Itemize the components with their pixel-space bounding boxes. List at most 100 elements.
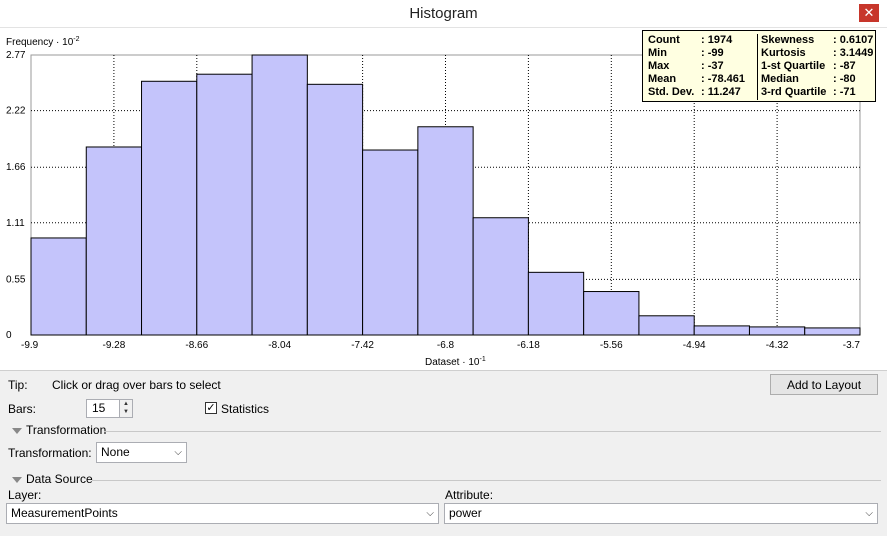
histogram-bar[interactable] — [804, 327, 861, 336]
chevron-down-icon: ⌵ — [174, 447, 182, 458]
x-tick-label: -7.42 — [351, 340, 374, 351]
x-tick-label: -8.04 — [268, 340, 291, 351]
close-button[interactable]: ✕ — [859, 4, 879, 22]
stat-label: Median — [761, 73, 799, 85]
x-tick-label: -3.7 — [843, 340, 861, 351]
histogram-bar[interactable] — [638, 315, 695, 336]
y-tick-label: 0 — [6, 330, 12, 341]
histogram-bar[interactable] — [693, 325, 750, 336]
histogram-bar[interactable] — [472, 217, 529, 336]
stat-label: Count — [648, 34, 680, 46]
x-tick-label: -5.56 — [600, 340, 623, 351]
divider — [92, 480, 881, 481]
x-tick-label: -9.28 — [103, 340, 126, 351]
x-tick-label: -4.94 — [683, 340, 706, 351]
bars-stepper[interactable]: ▲ ▼ — [119, 399, 133, 418]
stat-value: : -80 — [833, 73, 856, 85]
stepper-down-icon[interactable]: ▼ — [120, 408, 132, 416]
bars-input[interactable]: 15 — [86, 399, 120, 418]
layer-value: MeasurementPoints — [11, 506, 118, 520]
y-tick-label: 1.66 — [6, 162, 26, 173]
y-axis-label: Frequency · 10-2 — [6, 36, 80, 48]
stat-value: : -37 — [701, 60, 724, 72]
stepper-up-icon[interactable]: ▲ — [120, 400, 132, 408]
x-tick-label: -9.9 — [21, 340, 39, 351]
stat-label: Std. Dev. — [648, 86, 695, 98]
tip-text: Click or drag over bars to select — [52, 378, 221, 392]
add-to-layout-button[interactable]: Add to Layout — [770, 374, 878, 395]
data-source-section-header[interactable]: Data Source — [12, 472, 93, 486]
histogram-bar[interactable] — [306, 83, 364, 336]
stat-row: Std. Dev. : 11.247 — [648, 86, 754, 99]
stat-label: Max — [648, 60, 670, 72]
x-tick-label: -6.18 — [517, 340, 540, 351]
data-source-section-title: Data Source — [26, 472, 93, 486]
collapse-triangle-icon — [12, 427, 22, 434]
title-bar: Histogram ✕ — [0, 0, 887, 28]
histogram-bar[interactable] — [362, 149, 419, 336]
stat-row: 1-st Quartile : -87 — [758, 60, 878, 73]
histogram-bar[interactable] — [527, 271, 585, 336]
histogram-bar[interactable] — [141, 80, 198, 336]
stat-value: : -87 — [833, 60, 856, 72]
statistics-checkbox[interactable]: ✓ — [205, 402, 217, 414]
stat-row: 3-rd Quartile: -71 — [758, 86, 878, 99]
histogram-bar[interactable] — [196, 73, 253, 336]
histogram-bar[interactable] — [748, 326, 806, 336]
stat-label: Kurtosis — [761, 47, 806, 59]
tip-label: Tip: — [8, 378, 28, 392]
stat-row: Median : -80 — [758, 73, 878, 86]
transformation-label: Transformation: — [8, 446, 92, 460]
y-tick-label: 2.77 — [6, 50, 26, 61]
stat-value: : 1974 — [701, 34, 733, 46]
stat-value: : -99 — [701, 47, 724, 59]
transformation-section-header[interactable]: Transformation — [12, 423, 106, 437]
collapse-triangle-icon — [12, 476, 22, 483]
y-tick-label: 0.55 — [6, 274, 26, 285]
stat-value: : -78.461 — [701, 73, 746, 85]
close-icon: ✕ — [863, 5, 875, 20]
stat-value: : 11.247 — [701, 86, 741, 98]
settings-panel: Tip: Click or drag over bars to select A… — [0, 371, 887, 536]
layer-label: Layer: — [8, 488, 42, 502]
stats-left-column: Count : 1974 Min : -99 Max : -37 Mean : -78.… — [648, 34, 754, 99]
statistics-box: Count : 1974 Min : -99 Max : -37 Mean : -78.… — [642, 30, 876, 102]
stat-label: Min — [648, 47, 667, 59]
bars-label: Bars: — [8, 402, 37, 416]
stat-row: Mean : -78.461 — [648, 73, 754, 86]
x-tick-label: -4.32 — [766, 340, 789, 351]
attribute-label: Attribute: — [445, 488, 494, 502]
histogram-bar[interactable] — [85, 146, 143, 336]
transformation-select[interactable]: None ⌵ — [96, 442, 187, 463]
histogram-bar[interactable] — [583, 291, 640, 336]
transformation-value: None — [101, 445, 130, 459]
x-axis-label: Dataset · 10-1 — [425, 356, 486, 368]
stat-row: Max : -37 — [648, 60, 754, 73]
stats-right-column: Skewness : 0.6107 Kurtosis : 3.1449 1-st Q… — [757, 34, 878, 100]
statistics-label: Statistics — [221, 402, 270, 416]
x-tick-label: -6.8 — [437, 340, 455, 351]
y-tick-label: 2.22 — [6, 106, 26, 117]
divider — [104, 431, 881, 432]
y-tick-label: 1.11 — [6, 218, 25, 229]
stat-value: : 0.6107 — [833, 34, 874, 46]
window-title: Histogram — [409, 5, 478, 22]
histogram-bar[interactable] — [30, 237, 87, 336]
layer-select[interactable]: MeasurementPoints ⌵ — [6, 503, 439, 524]
attribute-value: power — [449, 506, 482, 520]
stat-row: Skewness : 0.6107 — [758, 34, 878, 47]
stat-label: 3-rd Quartile — [761, 86, 827, 98]
stat-label: Mean — [648, 73, 677, 85]
histogram-bar[interactable] — [417, 126, 474, 336]
stat-row: Count : 1974 — [648, 34, 754, 47]
stat-row: Min : -99 — [648, 47, 754, 60]
histogram-bar[interactable] — [251, 54, 308, 336]
chevron-down-icon: ⌵ — [426, 508, 434, 519]
chevron-down-icon: ⌵ — [865, 508, 873, 519]
stat-value: : 3.1449 — [833, 47, 874, 59]
x-tick-label: -8.66 — [185, 340, 208, 351]
stat-row: Kurtosis : 3.1449 — [758, 47, 878, 60]
stat-label: Skewness — [761, 34, 815, 46]
stat-label: 1-st Quartile — [761, 60, 826, 72]
attribute-select[interactable]: power ⌵ — [444, 503, 878, 524]
